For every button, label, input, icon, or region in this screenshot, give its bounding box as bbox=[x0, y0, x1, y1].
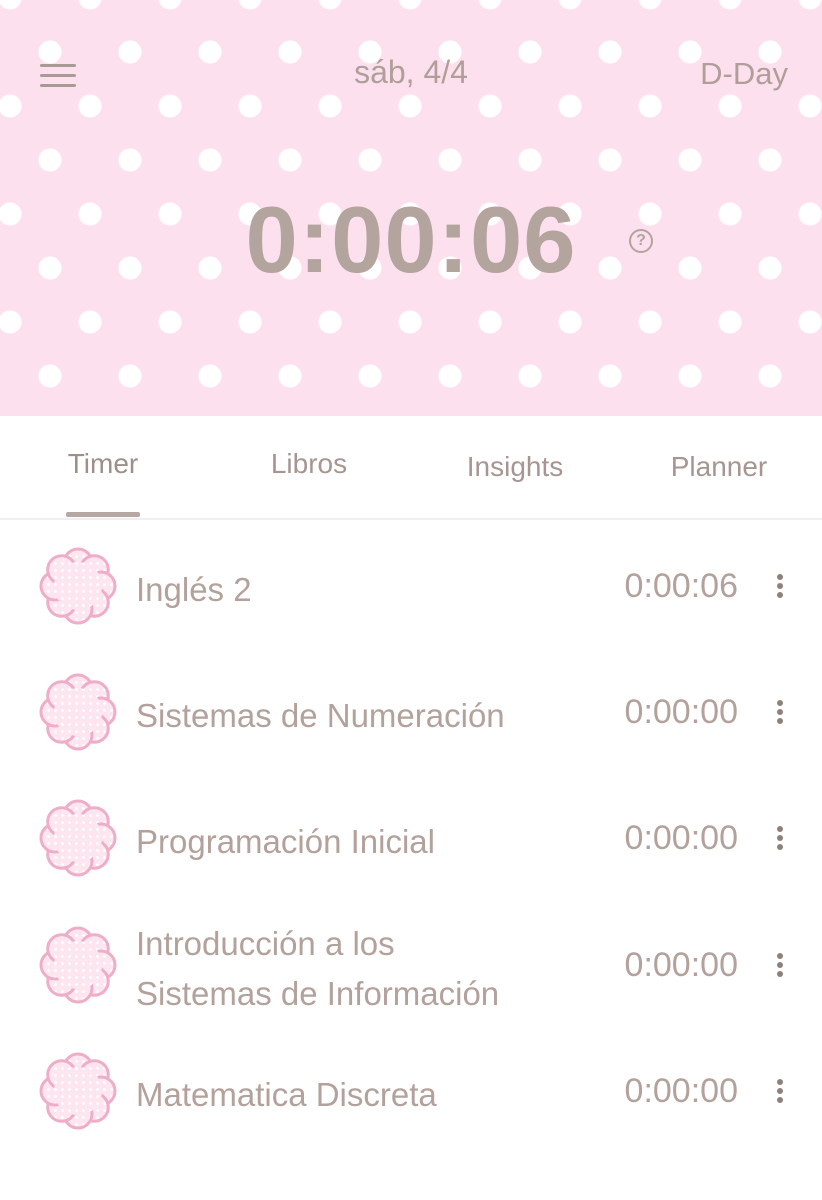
date-label[interactable]: sáb, 4/4 bbox=[0, 54, 822, 91]
question-circle-icon[interactable]: ? bbox=[629, 229, 653, 253]
subject-name-line-2: Sistemas de Información bbox=[136, 975, 500, 1012]
more-options-icon[interactable] bbox=[768, 696, 792, 728]
list-item-ingles-2[interactable]: Inglés 2 0:00:06 bbox=[0, 520, 822, 646]
more-options-icon[interactable] bbox=[768, 822, 792, 854]
flower-badge-icon[interactable] bbox=[38, 798, 118, 878]
tab-timer[interactable]: Timer bbox=[0, 448, 206, 480]
list-item-intro-sistemas-informacion[interactable]: Introducción a los Sistemas de Informaci… bbox=[0, 899, 822, 1025]
more-options-icon[interactable] bbox=[768, 570, 792, 602]
subject-time: 0:00:00 bbox=[624, 1072, 738, 1110]
flower-badge-icon[interactable] bbox=[38, 1051, 118, 1131]
list-item-matematica-discreta[interactable]: Matematica Discreta 0:00:00 bbox=[0, 1025, 822, 1151]
tab-bar: Timer Libros Insights Planner bbox=[0, 416, 822, 520]
subject-name-line-1: Introducción a los bbox=[136, 925, 395, 962]
active-tab-indicator bbox=[66, 512, 140, 517]
more-options-icon[interactable] bbox=[768, 1075, 792, 1107]
flower-badge-icon[interactable] bbox=[38, 672, 118, 752]
subject-time: 0:00:00 bbox=[624, 946, 738, 984]
subject-time: 0:00:00 bbox=[624, 693, 738, 731]
flower-badge-icon[interactable] bbox=[38, 546, 118, 626]
header-banner: sáb, 4/4 D-Day 0:00:06 ? bbox=[0, 0, 822, 416]
flower-badge-icon[interactable] bbox=[38, 925, 118, 1005]
subject-name: Introducción a los Sistemas de Informaci… bbox=[136, 919, 499, 1019]
tab-planner[interactable]: Planner bbox=[616, 451, 822, 483]
subject-name: Sistemas de Numeración bbox=[136, 697, 505, 734]
dday-button[interactable]: D-Day bbox=[700, 56, 788, 92]
list-item-programacion-inicial[interactable]: Programación Inicial 0:00:00 bbox=[0, 772, 822, 898]
subject-name: Matematica Discreta bbox=[136, 1076, 437, 1113]
tab-insights[interactable]: Insights bbox=[412, 451, 618, 483]
list-item-sistemas-numeracion[interactable]: Sistemas de Numeración 0:00:00 bbox=[0, 646, 822, 772]
total-timer: 0:00:06 bbox=[245, 187, 577, 292]
subject-name: Programación Inicial bbox=[136, 823, 435, 860]
subject-time: 0:00:06 bbox=[624, 567, 738, 605]
subject-name: Inglés 2 bbox=[136, 571, 252, 608]
more-options-icon[interactable] bbox=[768, 949, 792, 981]
tab-libros[interactable]: Libros bbox=[206, 448, 412, 480]
subject-time: 0:00:00 bbox=[624, 819, 738, 857]
